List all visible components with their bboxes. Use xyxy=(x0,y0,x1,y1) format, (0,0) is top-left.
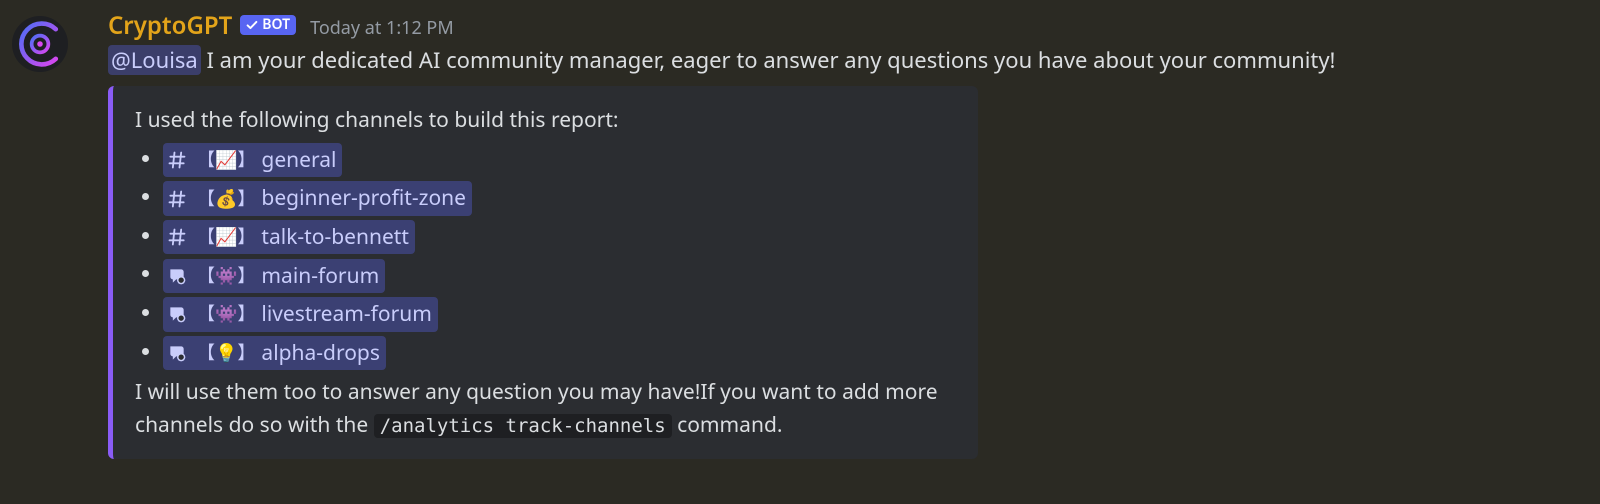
channel-emoji: 【👾】 xyxy=(197,305,255,323)
channel-name-text: alpha-drops xyxy=(261,337,379,370)
verified-check-icon xyxy=(244,17,260,33)
hash-icon xyxy=(167,150,187,170)
embed: I used the following channels to build t… xyxy=(108,86,978,459)
channel-pill[interactable]: 【💰】 beginner-profit-zone xyxy=(163,181,472,216)
avatar[interactable] xyxy=(12,16,68,72)
channel-emoji: 【👾】 xyxy=(197,267,255,285)
channel-list-item: 【💡】 alpha-drops xyxy=(163,336,958,371)
channel-name: 【💡】 alpha-drops xyxy=(197,337,380,370)
mention[interactable]: @Louisa xyxy=(108,45,201,75)
channel-name: 【👾】 livestream-forum xyxy=(197,298,432,331)
avatar-logo-icon xyxy=(14,18,66,70)
channel-pill[interactable]: 【📈】 general xyxy=(163,143,342,178)
username[interactable]: CryptoGPT xyxy=(108,10,232,41)
channel-name: 【💰】 beginner-profit-zone xyxy=(197,182,466,215)
channel-pill[interactable]: 【📈】 talk-to-bennett xyxy=(163,220,415,255)
channel-emoji: 【📈】 xyxy=(197,151,255,169)
embed-intro: I used the following channels to build t… xyxy=(135,104,958,137)
channel-name: 【📈】 general xyxy=(197,144,336,177)
embed-outro: I will use them too to answer any questi… xyxy=(135,376,958,441)
channel-name-text: beginner-profit-zone xyxy=(261,182,466,215)
channel-name-text: talk-to-bennett xyxy=(261,221,409,254)
message-body-text: I am your dedicated AI community manager… xyxy=(201,45,1336,75)
avatar-column xyxy=(16,10,88,459)
bot-badge: BOT xyxy=(240,15,296,35)
channel-name-text: main-forum xyxy=(261,260,379,293)
embed-outro-after: command. xyxy=(672,411,783,439)
message-content: CryptoGPT BOT Today at 1:12 PM @Louisa I… xyxy=(88,10,1584,459)
channel-list-item: 【📈】 general xyxy=(163,143,958,178)
forum-icon xyxy=(167,266,187,286)
channel-list: 【📈】 general 【💰】 beginner-profit-zone 【📈】 talk… xyxy=(135,143,958,371)
hash-icon xyxy=(167,227,187,247)
channel-name: 【📈】 talk-to-bennett xyxy=(197,221,409,254)
message-header: CryptoGPT BOT Today at 1:12 PM xyxy=(108,10,1584,41)
hash-icon xyxy=(167,189,187,209)
channel-pill[interactable]: 【💡】 alpha-drops xyxy=(163,336,386,371)
channel-name: 【👾】 main-forum xyxy=(197,260,379,293)
forum-icon xyxy=(167,304,187,324)
message-body: @Louisa I am your dedicated AI community… xyxy=(108,45,1584,76)
forum-icon xyxy=(167,343,187,363)
channel-list-item: 【📈】 talk-to-bennett xyxy=(163,220,958,255)
channel-list-item: 【👾】 main-forum xyxy=(163,258,958,293)
channel-pill[interactable]: 【👾】 livestream-forum xyxy=(163,297,438,332)
channel-name-text: general xyxy=(261,144,336,177)
timestamp: Today at 1:12 PM xyxy=(310,17,454,40)
channel-name-text: livestream-forum xyxy=(261,298,431,331)
channel-emoji: 【💰】 xyxy=(197,190,255,208)
channel-emoji: 【📈】 xyxy=(197,228,255,246)
channel-list-item: 【💰】 beginner-profit-zone xyxy=(163,181,958,216)
channel-list-item: 【👾】 livestream-forum xyxy=(163,297,958,332)
command-code: /analytics track-channels xyxy=(374,414,672,438)
channel-emoji: 【💡】 xyxy=(197,344,255,362)
channel-pill[interactable]: 【👾】 main-forum xyxy=(163,259,385,294)
bot-badge-label: BOT xyxy=(262,16,290,34)
message: CryptoGPT BOT Today at 1:12 PM @Louisa I… xyxy=(0,0,1600,459)
